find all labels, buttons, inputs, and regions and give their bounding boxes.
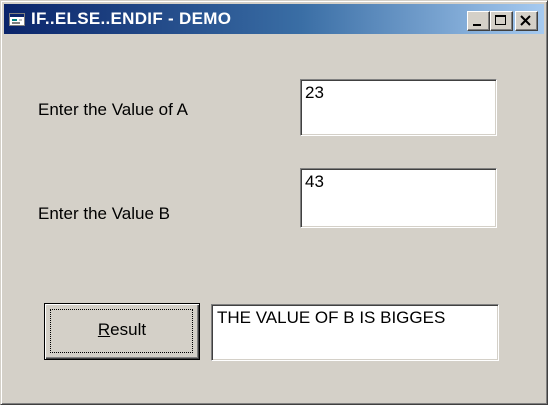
value-a-input[interactable]: 23 <box>300 79 497 136</box>
app-window: IF..ELSE..ENDIF - DEMO Enter the Value o… <box>0 0 548 405</box>
title-bar[interactable]: IF..ELSE..ENDIF - DEMO <box>4 4 544 34</box>
minimize-button[interactable] <box>467 11 490 31</box>
label-value-b: Enter the Value B <box>38 204 170 223</box>
maximize-icon <box>495 15 506 25</box>
maximize-button[interactable] <box>490 11 513 31</box>
result-button-label-rest: esult <box>110 320 147 339</box>
close-icon <box>520 15 531 26</box>
value-b-input[interactable]: 43 <box>300 168 497 228</box>
result-button-label: Result <box>45 320 199 340</box>
result-button[interactable]: Result <box>44 303 200 360</box>
close-button[interactable] <box>515 11 538 31</box>
label-value-a: Enter the Value of A <box>38 100 188 119</box>
vb-form-icon[interactable] <box>9 13 25 26</box>
result-button-mnemonic: R <box>97 320 111 339</box>
minimize-icon <box>473 24 481 26</box>
window-title: IF..ELSE..ENDIF - DEMO <box>31 9 232 28</box>
result-output-field[interactable]: THE VALUE OF B IS BIGGES <box>211 304 499 361</box>
